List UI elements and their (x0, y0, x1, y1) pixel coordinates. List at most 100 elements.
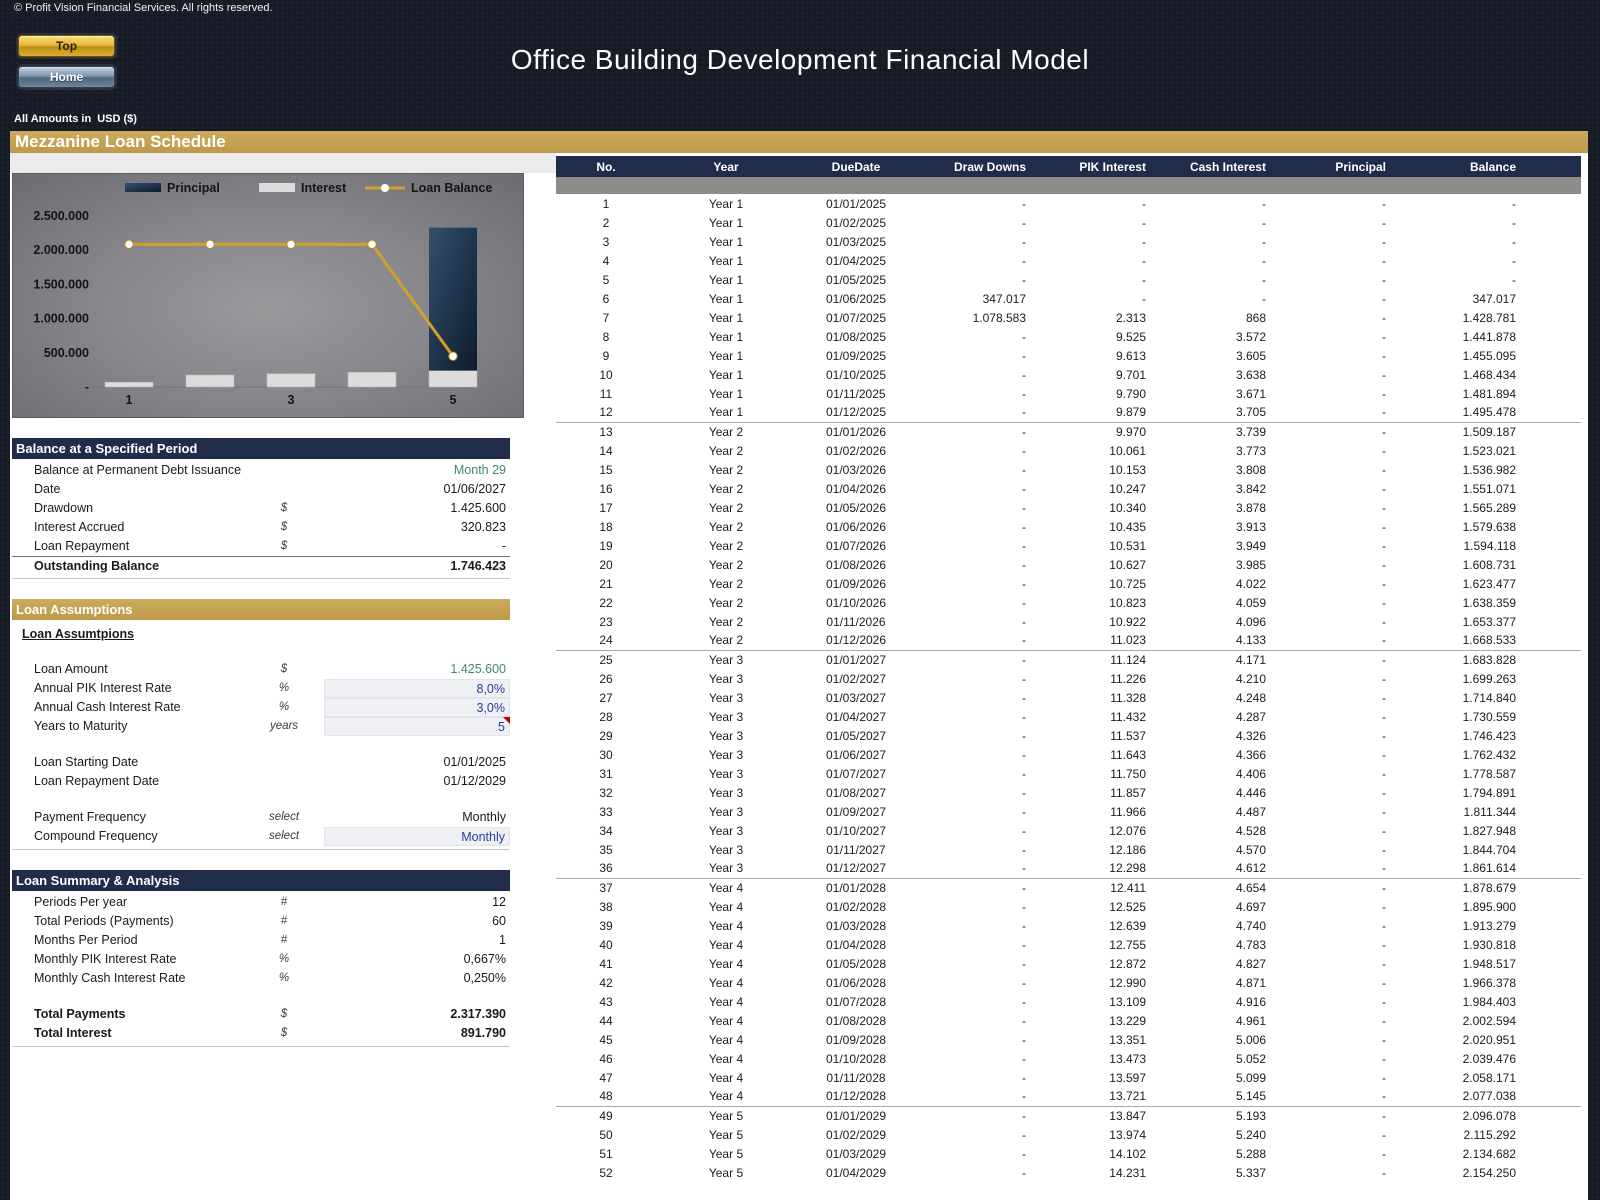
legend-principal-label: Principal (167, 181, 220, 195)
table-cell: 2.020.951 (1396, 1030, 1581, 1049)
table-cell: 01/02/2026 (796, 441, 916, 460)
table-cell: 2.077.038 (1396, 1087, 1581, 1106)
table-cell: Year 4 (656, 1087, 796, 1106)
schedule-table-area: No.YearDueDateDraw DownsPIK InterestCash… (556, 153, 1588, 1200)
table-cell: - (916, 536, 1036, 555)
column-header: PIK Interest (1036, 156, 1156, 177)
table-cell: 01/11/2027 (796, 840, 916, 859)
panel-row: Months Per Period#1 (12, 931, 510, 950)
table-cell: 41 (556, 954, 656, 973)
balance-date-value: 01/06/2027 (324, 480, 510, 499)
table-cell: - (1276, 555, 1396, 574)
table-cell: Year 4 (656, 1030, 796, 1049)
table-cell: 01/04/2029 (796, 1163, 916, 1182)
table-cell: 3.671 (1156, 384, 1276, 403)
table-cell: 01/04/2028 (796, 935, 916, 954)
table-cell: 01/07/2027 (796, 764, 916, 783)
table-cell: 1.895.900 (1396, 897, 1581, 916)
compound-frequency-select[interactable]: Monthly (324, 827, 510, 846)
table-cell: 1.794.891 (1396, 783, 1581, 802)
loan-balance-marker (449, 352, 457, 360)
table-row: 5Year 101/05/2025----- (556, 270, 1581, 289)
table-row: 46Year 401/10/2028-13.4735.052-2.039.476 (556, 1049, 1581, 1068)
table-cell: 01/10/2025 (796, 365, 916, 384)
table-cell: 1.495.478 (1396, 403, 1581, 422)
table-cell: - (916, 403, 1036, 422)
table-cell: - (1276, 916, 1396, 935)
panel-row-label: Total Payments (12, 1005, 244, 1024)
annual-cash-rate-input[interactable]: 3,0% (324, 698, 510, 717)
table-cell: Year 4 (656, 973, 796, 992)
panel-row: Balance at Permanent Debt IssuanceMonth … (12, 461, 510, 480)
table-cell: 4.133 (1156, 631, 1276, 650)
table-cell: - (1036, 232, 1156, 251)
panel-row: Annual Cash Interest Rate%3,0% (12, 698, 510, 717)
table-cell: Year 1 (656, 365, 796, 384)
table-cell: 01/08/2028 (796, 1011, 916, 1030)
panel-row-unit (244, 772, 324, 791)
panel-row-label: Annual PIK Interest Rate (12, 679, 244, 698)
table-cell: 1.913.279 (1396, 916, 1581, 935)
summary-panel: Loan Summary & Analysis Periods Per year… (12, 870, 510, 1047)
table-cell: - (1276, 346, 1396, 365)
table-cell: - (1276, 992, 1396, 1011)
table-cell: - (1276, 745, 1396, 764)
table-row: 43Year 401/07/2028-13.1094.916-1.984.403 (556, 992, 1581, 1011)
table-cell: - (916, 802, 1036, 821)
table-cell: 5.006 (1156, 1030, 1276, 1049)
table-cell: Year 3 (656, 745, 796, 764)
table-cell: 4.871 (1156, 973, 1276, 992)
table-cell: 3.572 (1156, 327, 1276, 346)
panel-row-unit: % (244, 950, 324, 969)
loan-balance-marker (125, 240, 133, 248)
table-cell: 16 (556, 479, 656, 498)
table-cell: 13.597 (1036, 1068, 1156, 1087)
table-cell: Year 2 (656, 479, 796, 498)
table-row: 41Year 401/05/2028-12.8724.827-1.948.517 (556, 954, 1581, 973)
table-cell: - (1276, 897, 1396, 916)
table-cell: 19 (556, 536, 656, 555)
years-to-maturity-input[interactable]: 5 (324, 717, 510, 736)
table-cell: 1.481.894 (1396, 384, 1581, 403)
table-cell: 4.654 (1156, 878, 1276, 897)
table-row: 47Year 401/11/2028-13.5975.099-2.058.171 (556, 1068, 1581, 1087)
table-row: 13Year 201/01/2026-9.9703.739-1.509.187 (556, 422, 1581, 441)
assumptions-subtitle: Loan Assumtpions (12, 622, 510, 643)
table-cell: 01/06/2025 (796, 289, 916, 308)
table-cell: 11.966 (1036, 802, 1156, 821)
copyright-text: © Profit Vision Financial Services. All … (14, 2, 273, 14)
panel-row-label: Drawdown (12, 499, 244, 518)
table-cell: 33 (556, 802, 656, 821)
table-cell: 1.523.021 (1396, 441, 1581, 460)
units-row (556, 177, 1581, 194)
table-cell: - (1276, 821, 1396, 840)
table-cell: - (916, 270, 1036, 289)
panel-row: Loan Repayment Date01/12/2029 (12, 772, 510, 791)
annual-pik-rate-input[interactable]: 8,0% (324, 679, 510, 698)
table-cell: 01/02/2025 (796, 213, 916, 232)
table-cell: 12.639 (1036, 916, 1156, 935)
table-row: 7Year 101/07/20251.078.5832.313868-1.428… (556, 308, 1581, 327)
loan-repayment-date-value: 01/12/2029 (324, 772, 510, 791)
panel-spacer (12, 643, 510, 660)
table-cell: 01/04/2026 (796, 479, 916, 498)
table-cell: - (1276, 688, 1396, 707)
table-cell: - (1276, 954, 1396, 973)
table-cell: 1.844.704 (1396, 840, 1581, 859)
table-cell: 12.411 (1036, 878, 1156, 897)
table-cell: 27 (556, 688, 656, 707)
table-cell: 01/05/2025 (796, 270, 916, 289)
panel-row: Monthly PIK Interest Rate%0,667% (12, 950, 510, 969)
comment-marker-icon (503, 717, 510, 724)
table-cell: - (1276, 593, 1396, 612)
payment-frequency-select[interactable]: Monthly (324, 808, 510, 827)
assumptions-panel-title: Loan Assumptions (12, 599, 510, 620)
loan-balance-marker (206, 240, 214, 248)
table-cell: 5 (556, 270, 656, 289)
panel-row: Compound FrequencyselectMonthly (12, 827, 510, 846)
table-cell: - (1276, 270, 1396, 289)
table-cell: 1.594.118 (1396, 536, 1581, 555)
table-cell: 37 (556, 878, 656, 897)
balance-panel-title: Balance at a Specified Period (12, 438, 510, 459)
panel-row: Loan Repayment$- (12, 537, 510, 556)
